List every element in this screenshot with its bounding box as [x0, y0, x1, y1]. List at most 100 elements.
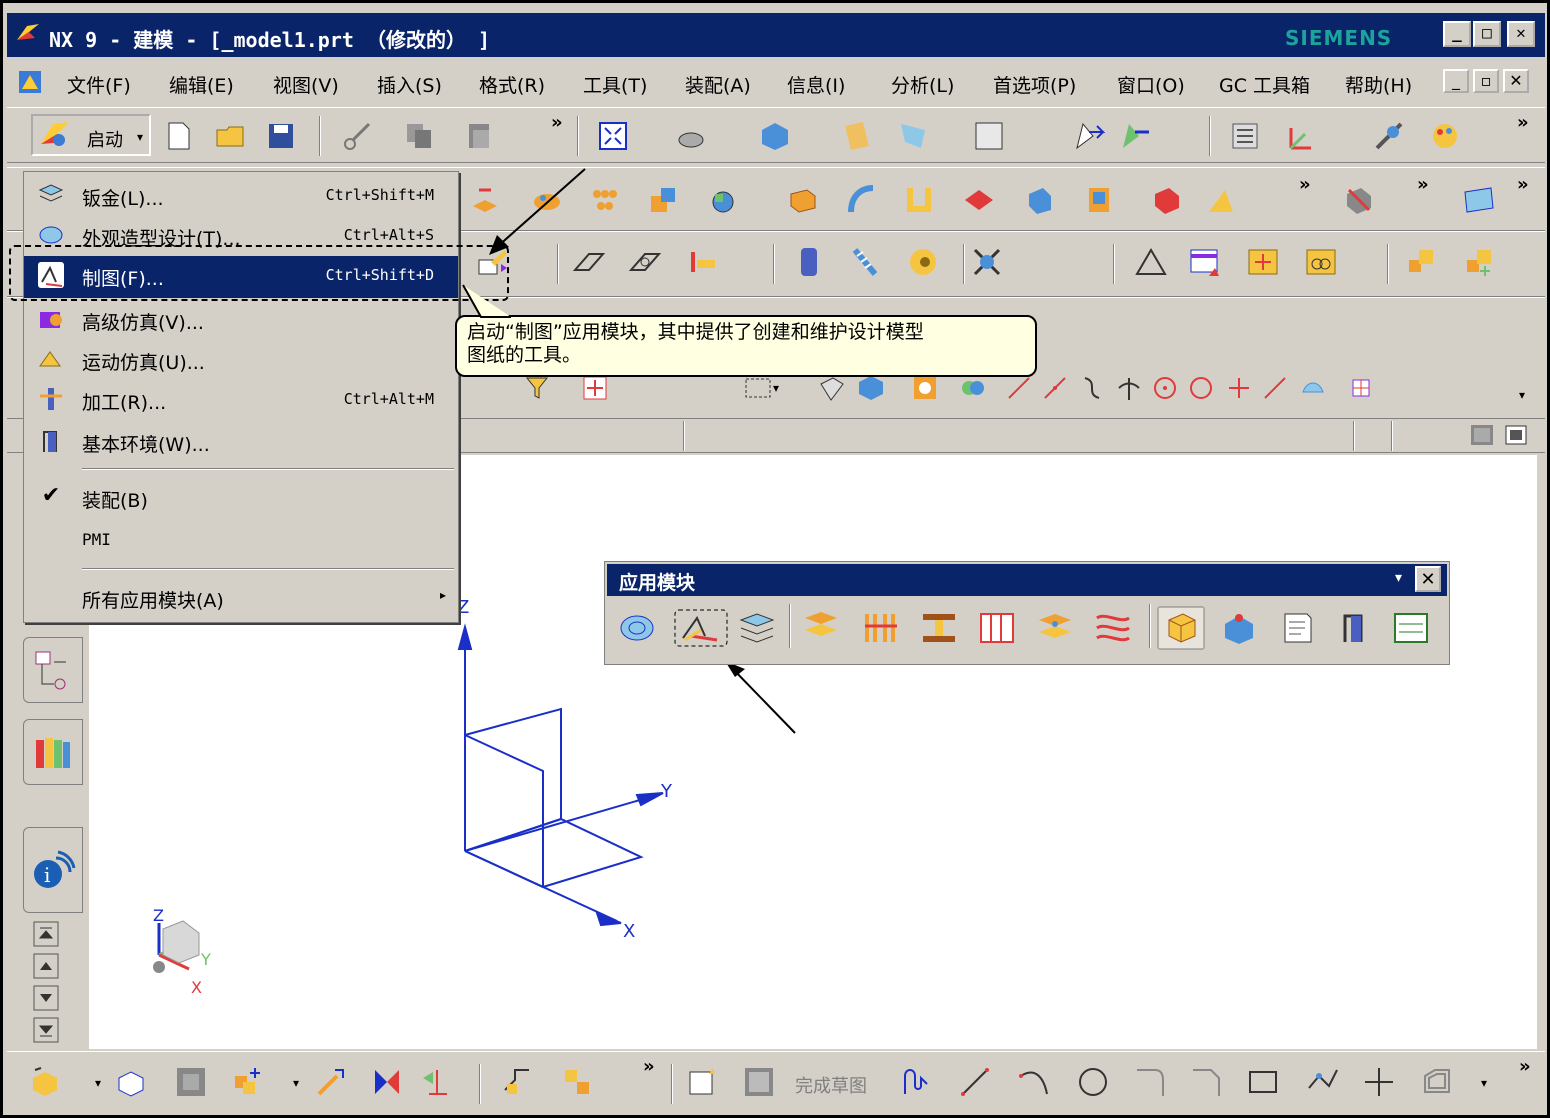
constraint-icon[interactable] — [419, 1066, 451, 1098]
scroll-bottom-icon[interactable] — [33, 1017, 59, 1043]
copy-icon[interactable] — [403, 120, 435, 152]
synchronous-modeling-icon[interactable] — [1343, 184, 1375, 216]
toolbar-overflow-icon[interactable]: » — [1517, 174, 1529, 195]
doc-minimize-button[interactable]: _ — [1443, 69, 1469, 93]
scroll-up-icon[interactable] — [33, 953, 59, 979]
doc-close-button[interactable]: ✕ — [1503, 69, 1529, 93]
reuse-library-tab[interactable] — [23, 719, 83, 785]
select-all-icon[interactable] — [911, 374, 939, 402]
color-palette-icon[interactable] — [1429, 120, 1461, 152]
drafting-app-icon[interactable] — [673, 608, 729, 648]
menu-analysis[interactable]: 分析(L) — [891, 71, 954, 98]
cut-icon[interactable] — [341, 120, 373, 152]
trim-body-icon[interactable] — [1023, 184, 1055, 216]
menu-item-all-applications[interactable]: 所有应用模块(A) ▸ — [24, 578, 458, 616]
hole-pattern-icon[interactable] — [589, 184, 621, 216]
paste-icon[interactable] — [463, 120, 495, 152]
save-icon[interactable] — [265, 120, 297, 152]
extrude-icon[interactable] — [469, 184, 501, 216]
nx-cam-icon[interactable] — [1219, 610, 1259, 646]
menu-item-gateway[interactable]: 基本环境(W)... — [24, 422, 458, 460]
snap-on-curve-icon[interactable] — [1261, 374, 1289, 402]
sheet-metal-app-icon[interactable] — [737, 610, 777, 646]
snap-center-icon[interactable] — [1151, 374, 1179, 402]
fillet-icon[interactable] — [1135, 1066, 1167, 1098]
minimize-button[interactable]: _ — [1443, 21, 1471, 47]
snap-endpoint-icon[interactable] — [1005, 374, 1033, 402]
toolbar-overflow-icon[interactable]: » — [1417, 174, 1429, 195]
shape-studio-icon[interactable] — [617, 610, 657, 646]
measure-icon[interactable] — [1373, 120, 1405, 152]
menu-assembly[interactable]: 装配(A) — [685, 71, 751, 98]
datum-point-icon[interactable] — [705, 184, 737, 216]
spring-icon[interactable] — [849, 246, 881, 278]
snap-control-icon[interactable] — [1079, 374, 1107, 402]
resource-bar-toggle-icon[interactable] — [1503, 423, 1529, 447]
menu-item-pmi[interactable]: PMI — [24, 522, 458, 560]
body-feature-icon[interactable] — [29, 1066, 61, 1098]
new-sketch-icon[interactable] — [687, 1066, 719, 1098]
toolbar-overflow-icon[interactable]: » — [643, 1056, 655, 1077]
menu-insert[interactable]: 插入(S) — [377, 71, 442, 98]
menu-gc-toolbox[interactable]: GC 工具箱 — [1219, 71, 1310, 98]
chamfer-icon[interactable] — [1205, 184, 1237, 216]
select-filter-icon[interactable] — [523, 374, 551, 402]
modeling-app-icon[interactable] — [1157, 606, 1205, 650]
scroll-top-icon[interactable] — [33, 921, 59, 947]
curve-2-icon[interactable] — [629, 246, 661, 278]
menu-format[interactable]: 格式(R) — [479, 71, 545, 98]
menu-file[interactable]: 文件(F) — [67, 71, 131, 98]
part-navigator-tab[interactable] — [23, 637, 83, 703]
scroll-down-icon[interactable] — [33, 985, 59, 1011]
menu-item-motion-simulation[interactable]: 运动仿真(U)... — [24, 340, 458, 378]
palette-close-button[interactable]: ✕ — [1415, 566, 1441, 592]
start-button[interactable]: 启动 ▾ — [31, 114, 151, 156]
clip-plane-icon[interactable] — [897, 120, 929, 152]
menu-help[interactable]: 帮助(H) — [1345, 71, 1412, 98]
wave-plate-icon[interactable] — [1093, 610, 1133, 646]
assembly-constraint-icon[interactable] — [1119, 120, 1151, 152]
assembly-features-icon[interactable] — [561, 1066, 593, 1098]
toolbar-overflow-icon[interactable]: » — [551, 112, 563, 133]
add-component-icon[interactable] — [231, 1066, 263, 1098]
view-orient-icon[interactable] — [1305, 246, 1337, 278]
snap-midpoint-icon[interactable] — [1041, 374, 1069, 402]
unite-icon[interactable] — [647, 184, 679, 216]
shell-icon[interactable] — [903, 184, 935, 216]
snap-intersection-icon[interactable] — [1115, 374, 1143, 402]
snap-point-icon[interactable] — [581, 374, 609, 402]
background-color-icon[interactable] — [973, 120, 1005, 152]
progressive-die-icon[interactable] — [919, 610, 959, 646]
maximize-button[interactable]: □ — [1473, 21, 1501, 47]
point-icon[interactable] — [1363, 1066, 1395, 1098]
dropdown-icon[interactable]: ▾ — [1481, 1076, 1487, 1090]
annotation-icon[interactable] — [477, 246, 509, 278]
arc-icon[interactable] — [1019, 1066, 1051, 1098]
move-icon[interactable] — [315, 1066, 347, 1098]
freeform-icon[interactable] — [1463, 184, 1495, 216]
documentation-icon[interactable] — [1277, 610, 1317, 646]
app-menu-icon[interactable] — [17, 69, 43, 95]
mirror-icon[interactable] — [371, 1066, 403, 1098]
die-design-icon[interactable] — [861, 610, 901, 646]
select-face-icon[interactable] — [817, 374, 845, 402]
snap-on-surface-icon[interactable] — [1299, 374, 1327, 402]
finish-sketch-icon[interactable] — [743, 1066, 775, 1098]
box-select-icon[interactable]: ▾ — [743, 374, 783, 402]
deselect-icon[interactable] — [959, 374, 987, 402]
history-tab[interactable]: i — [23, 827, 83, 913]
offset-face-icon[interactable] — [1083, 184, 1115, 216]
render-style-icon[interactable] — [675, 120, 707, 152]
pattern-icon[interactable] — [531, 184, 563, 216]
snap-quadrant-icon[interactable] — [1187, 374, 1215, 402]
toolbar-overflow-icon[interactable]: » — [1519, 1056, 1531, 1077]
menu-item-drafting[interactable]: 制图(F)... Ctrl+Shift+D — [24, 256, 458, 298]
stamping-icon[interactable] — [977, 610, 1017, 646]
snap-existing-point-icon[interactable] — [1225, 374, 1253, 402]
electrode-design-icon[interactable] — [1035, 610, 1075, 646]
menu-window[interactable]: 窗口(O) — [1117, 71, 1185, 98]
move-component-icon[interactable] — [1073, 120, 1105, 152]
profile-icon[interactable] — [901, 1066, 933, 1098]
finish-sketch-label[interactable]: 完成草图 — [795, 1072, 867, 1098]
menu-information[interactable]: 信息(I) — [787, 71, 845, 98]
